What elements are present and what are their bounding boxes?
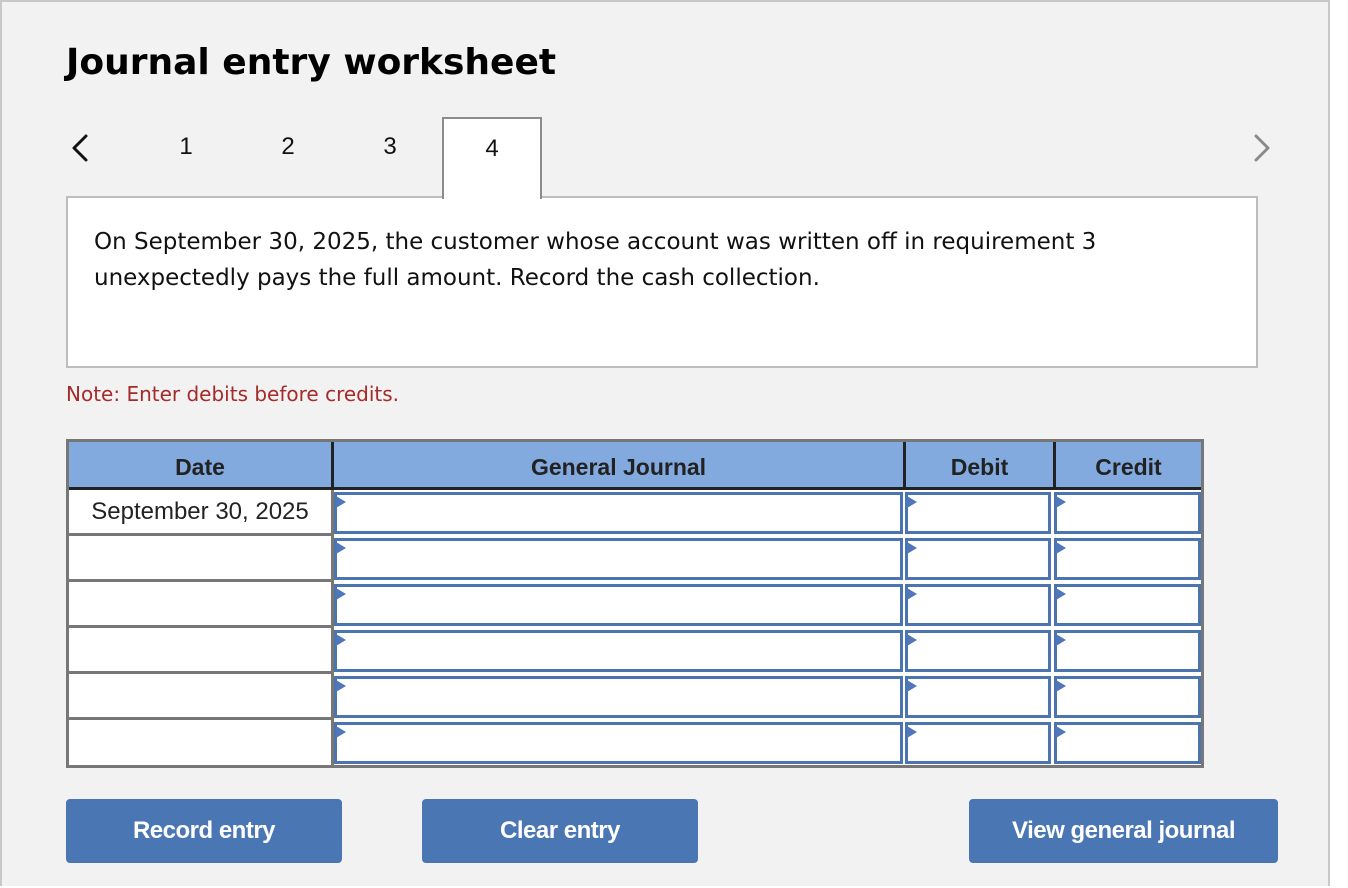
credit-input[interactable] xyxy=(1054,722,1201,764)
column-header-debit: Debit xyxy=(903,442,1053,490)
account-input[interactable] xyxy=(334,630,903,672)
debit-input[interactable] xyxy=(905,538,1051,580)
date-cell xyxy=(69,582,331,628)
credit-input[interactable] xyxy=(1054,630,1201,672)
entry-note: Note: Enter debits before credits. xyxy=(66,382,400,406)
tab-3[interactable]: 3 xyxy=(340,117,440,197)
date-cell xyxy=(69,536,331,582)
table-row xyxy=(69,536,1201,582)
tab-4[interactable]: 4 xyxy=(442,117,542,199)
account-input[interactable] xyxy=(334,722,903,764)
tab-2[interactable]: 2 xyxy=(238,117,338,197)
date-cell xyxy=(69,674,331,720)
column-header-credit: Credit xyxy=(1053,442,1201,490)
account-input[interactable] xyxy=(334,538,903,580)
date-cell xyxy=(69,720,331,766)
credit-input[interactable] xyxy=(1054,492,1201,534)
chevron-right-icon xyxy=(1254,134,1270,162)
transaction-prompt: On September 30, 2025, the customer whos… xyxy=(66,196,1258,368)
table-row xyxy=(69,674,1201,720)
table-row xyxy=(69,582,1201,628)
table-row: September 30, 2025 xyxy=(69,490,1201,536)
chevron-left-icon xyxy=(72,134,88,162)
account-input[interactable] xyxy=(334,584,903,626)
column-header-date: Date xyxy=(69,442,331,490)
credit-input[interactable] xyxy=(1054,538,1201,580)
clear-entry-button[interactable]: Clear entry xyxy=(422,799,698,863)
prev-tab-button[interactable] xyxy=(66,128,96,168)
credit-input[interactable] xyxy=(1054,584,1201,626)
account-input[interactable] xyxy=(334,676,903,718)
debit-input[interactable] xyxy=(905,676,1051,718)
table-row xyxy=(69,628,1201,674)
worksheet-panel: Journal entry worksheet 1 2 3 4 On Septe… xyxy=(0,0,1330,886)
journal-table: Date General Journal Debit Credit Septem… xyxy=(66,439,1204,768)
tab-1[interactable]: 1 xyxy=(136,117,236,197)
table-row xyxy=(69,720,1201,766)
column-header-general-journal: General Journal xyxy=(331,442,903,490)
debit-input[interactable] xyxy=(905,492,1051,534)
debit-input[interactable] xyxy=(905,630,1051,672)
page-title: Journal entry worksheet xyxy=(66,42,557,83)
date-cell xyxy=(69,628,331,674)
record-entry-button[interactable]: Record entry xyxy=(66,799,342,863)
date-cell: September 30, 2025 xyxy=(69,490,331,536)
debit-input[interactable] xyxy=(905,722,1051,764)
view-general-journal-button[interactable]: View general journal xyxy=(969,799,1278,863)
next-tab-button[interactable] xyxy=(1246,128,1276,168)
debit-input[interactable] xyxy=(905,584,1051,626)
credit-input[interactable] xyxy=(1054,676,1201,718)
account-input[interactable] xyxy=(334,492,903,534)
